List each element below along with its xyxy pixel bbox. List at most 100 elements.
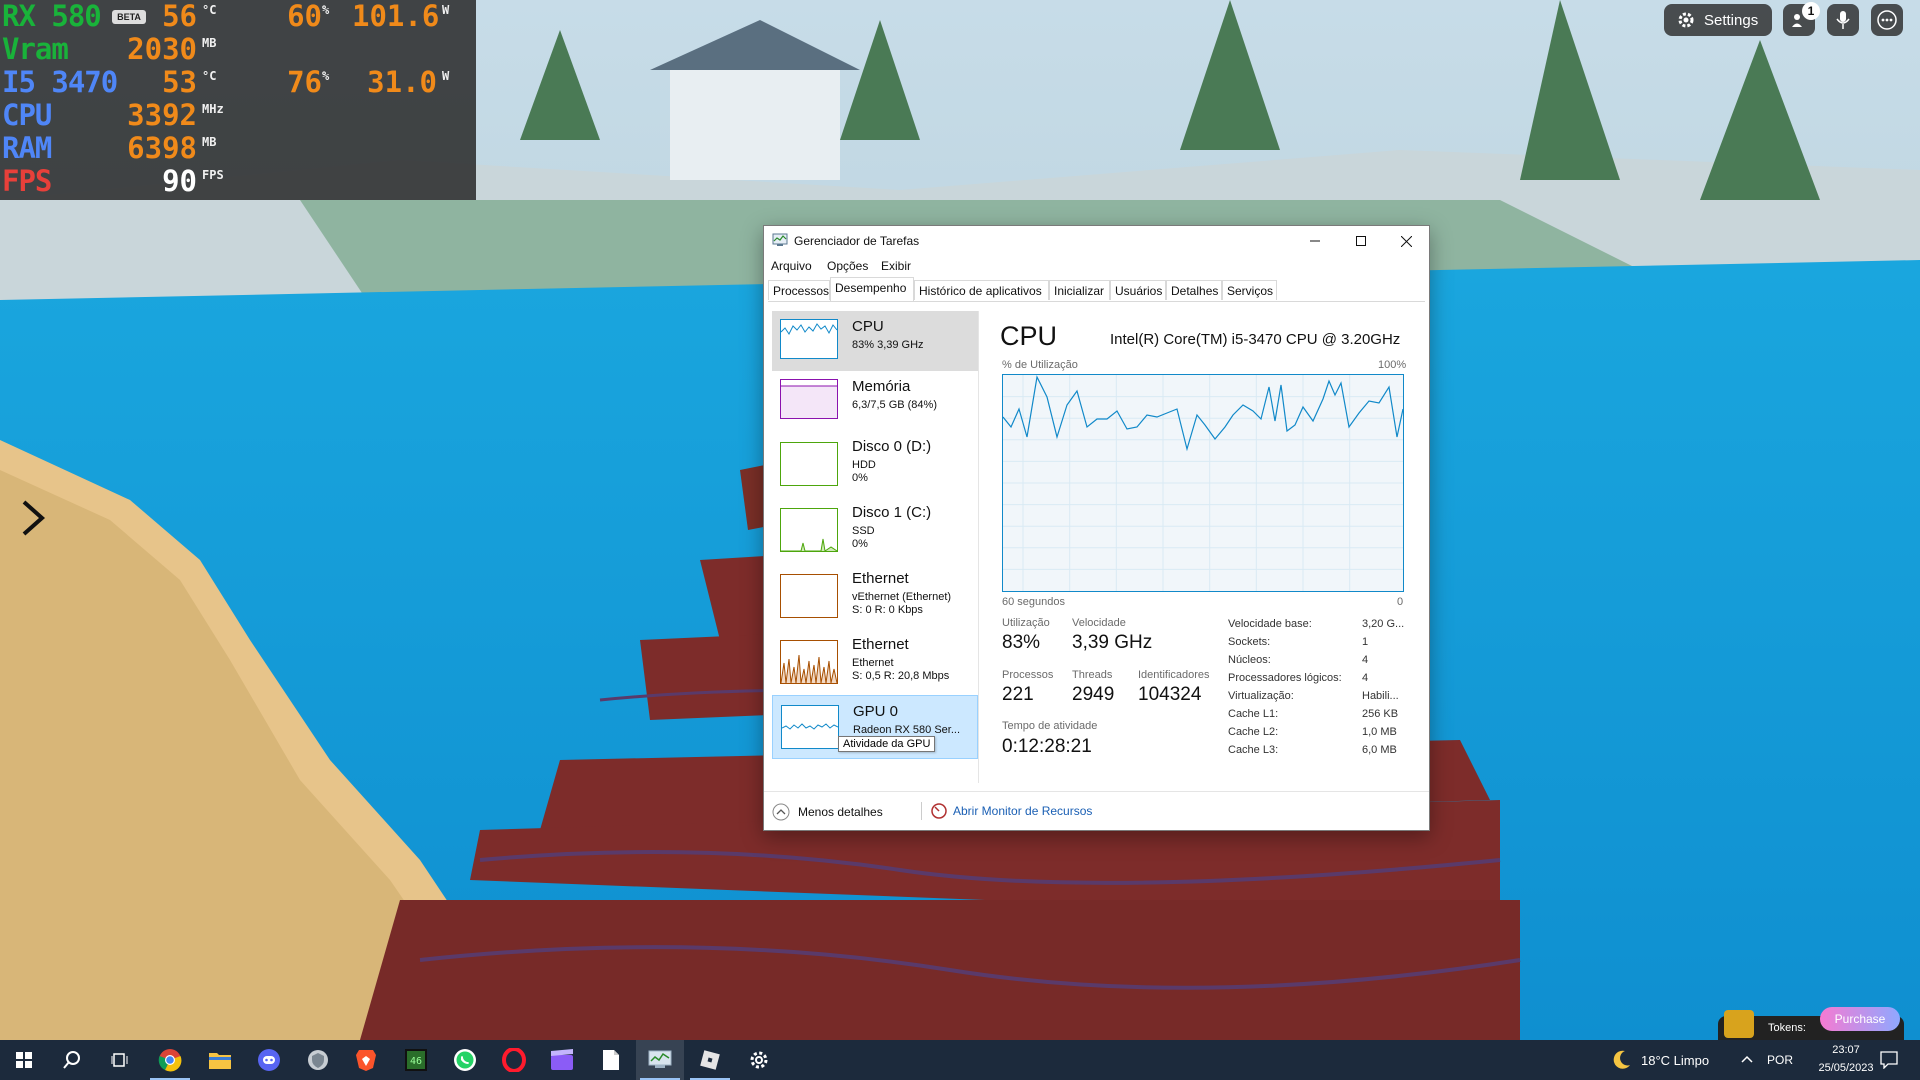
performance-sidebar: CPU 83% 3,39 GHz Memória 6,3/7,5 GB (84%… (768, 311, 980, 791)
osd-cpu-load: 76 (287, 65, 322, 99)
resource-monitor-link[interactable]: Abrir Monitor de Recursos (931, 803, 1092, 819)
sidebar-ethernet-adapter: Ethernet (852, 657, 894, 669)
maximize-button[interactable] (1338, 226, 1384, 256)
spec-key: Cache L1: (1228, 708, 1279, 720)
start-button[interactable] (0, 1040, 48, 1080)
taskbar-app-shield[interactable] (294, 1040, 342, 1080)
menu-arquivo[interactable]: Arquivo (771, 259, 812, 273)
osd-cpu-power-unit: W (442, 69, 450, 83)
sidebar-item-disk0[interactable]: Disco 0 (D:) HDD 0% (772, 431, 978, 491)
tab-desempenho[interactable]: Desempenho (830, 277, 914, 301)
minimize-button[interactable] (1292, 226, 1338, 256)
spec-value: 6,0 MB (1362, 744, 1397, 756)
tab-historico[interactable]: Histórico de aplicativos (914, 280, 1049, 300)
clock-time[interactable]: 23:07 (1816, 1044, 1876, 1056)
osd-gpu-load-unit: % (322, 3, 330, 17)
brave-icon (356, 1050, 376, 1071)
chevron-up-icon[interactable] (1740, 1052, 1754, 1071)
whatsapp-icon (454, 1049, 476, 1071)
title-bar[interactable]: Gerenciador de Tarefas (764, 226, 1429, 256)
sidebar-memory-sub: 6,3/7,5 GB (84%) (852, 399, 937, 411)
taskbar-file-explorer[interactable] (196, 1040, 244, 1080)
speed-label: Velocidade (1072, 617, 1126, 629)
search-button[interactable] (48, 1040, 96, 1080)
task-view-button[interactable] (96, 1040, 144, 1080)
roblox-settings-button[interactable]: Settings (1664, 4, 1772, 36)
speed-value: 3,39 GHz (1072, 632, 1153, 653)
osd-ram-value: 6398 (127, 131, 197, 165)
taskbar-settings[interactable] (735, 1040, 783, 1080)
tab-servicos[interactable]: Serviços (1222, 280, 1277, 300)
osd-cpu-power: 31.0 (367, 65, 437, 99)
roblox-voice-button[interactable] (1827, 4, 1859, 36)
tab-inicializar[interactable]: Inicializar (1049, 280, 1110, 300)
sidebar-disk1-type: SSD (852, 525, 875, 537)
task-manager-icon (772, 233, 788, 246)
input-language[interactable]: POR (1767, 1053, 1793, 1067)
gpu-tooltip: Atividade da GPU (838, 736, 936, 752)
osd-gpu-temp: 56 (162, 0, 197, 33)
clock-date[interactable]: 25/05/2023 (1804, 1062, 1888, 1074)
tab-processos[interactable]: Processos (768, 280, 830, 300)
graph-time-label: 60 segundos (1002, 596, 1065, 608)
disk1-thumbnail-graph (780, 508, 838, 552)
notification-center-icon[interactable] (1880, 1051, 1898, 1074)
search-icon (63, 1051, 80, 1069)
sidebar-item-vethernet[interactable]: Ethernet vEthernet (Ethernet) S: 0 R: 0 … (772, 563, 978, 623)
cpu-model-name: Intel(R) Core(TM) i5-3470 CPU @ 3.20GHz (1110, 331, 1401, 348)
weather-moon-icon[interactable] (1610, 1049, 1632, 1076)
sidebar-item-cpu[interactable]: CPU 83% 3,39 GHz (772, 311, 978, 371)
spec-key: Cache L3: (1228, 744, 1279, 756)
taskbar-discord[interactable] (245, 1040, 293, 1080)
spec-value: Habili... (1362, 690, 1399, 702)
processes-label: Processos (1002, 669, 1054, 681)
spec-key: Processadores lógicos: (1228, 672, 1342, 684)
taskbar-brave[interactable] (342, 1040, 390, 1080)
taskbar-roblox[interactable] (686, 1040, 734, 1080)
taskbar-task-manager[interactable] (636, 1040, 684, 1080)
footer-divider (921, 802, 922, 820)
disk0-thumbnail-graph (780, 442, 838, 486)
sidebar-ethernet-title: Ethernet (852, 636, 909, 653)
processes-value: 221 (1002, 684, 1034, 705)
graph-max-label: 100% (1378, 359, 1407, 371)
tab-usuarios[interactable]: Usuários (1110, 280, 1166, 300)
osd-cpu-clock: 3392 (127, 98, 197, 132)
sidebar-item-memory[interactable]: Memória 6,3/7,5 GB (84%) (772, 371, 978, 431)
tab-detalhes[interactable]: Detalhes (1166, 280, 1222, 300)
uptime-value: 0:12:28:21 (1002, 736, 1092, 757)
resource-monitor-label: Abrir Monitor de Recursos (953, 804, 1093, 818)
weather-text[interactable]: 18°C Limpo (1641, 1053, 1709, 1068)
sidebar-disk1-usage: 0% (852, 538, 868, 550)
close-button[interactable] (1383, 226, 1429, 256)
menu-exibir[interactable]: Exibir (881, 259, 911, 273)
menu-opcoes[interactable]: Opções (827, 259, 868, 273)
svg-text:46: 46 (410, 1056, 422, 1067)
osd-fps-unit: FPS (202, 168, 224, 182)
spec-key: Cache L2: (1228, 726, 1279, 738)
panel-title: CPU (1000, 321, 1058, 351)
threads-label: Threads (1072, 669, 1113, 681)
sidebar-item-disk1[interactable]: Disco 1 (C:) SSD 0% (772, 497, 978, 557)
osd-ram-unit: MB (202, 135, 217, 149)
fewer-details-button[interactable]: Menos detalhes (772, 803, 883, 821)
taskbar-document[interactable] (587, 1040, 635, 1080)
roblox-more-button[interactable] (1871, 4, 1903, 36)
uptime-label: Tempo de atividade (1002, 720, 1098, 732)
sidebar-item-ethernet[interactable]: Ethernet Ethernet S: 0,5 R: 20,8 Mbps (772, 629, 978, 689)
osd-cpu-clock-unit: MHz (202, 102, 224, 116)
taskbar-opera[interactable] (490, 1040, 538, 1080)
taskbar-monitor-app[interactable]: 46 (392, 1040, 440, 1080)
spec-key: Virtualização: (1228, 690, 1294, 702)
tokens-label: Tokens: (1768, 1022, 1806, 1034)
taskbar-whatsapp[interactable] (441, 1040, 489, 1080)
roblox-icon (700, 1050, 720, 1070)
spec-value: 1,0 MB (1362, 726, 1397, 738)
purchase-button[interactable]: Purchase (1820, 1007, 1900, 1031)
close-icon (1400, 235, 1412, 247)
chevron-right-icon[interactable] (18, 498, 48, 543)
taskbar-chrome[interactable] (146, 1040, 194, 1080)
osd-vram-value: 2030 (127, 32, 197, 66)
task-view-icon (111, 1053, 128, 1067)
taskbar-clapper[interactable] (538, 1040, 586, 1080)
